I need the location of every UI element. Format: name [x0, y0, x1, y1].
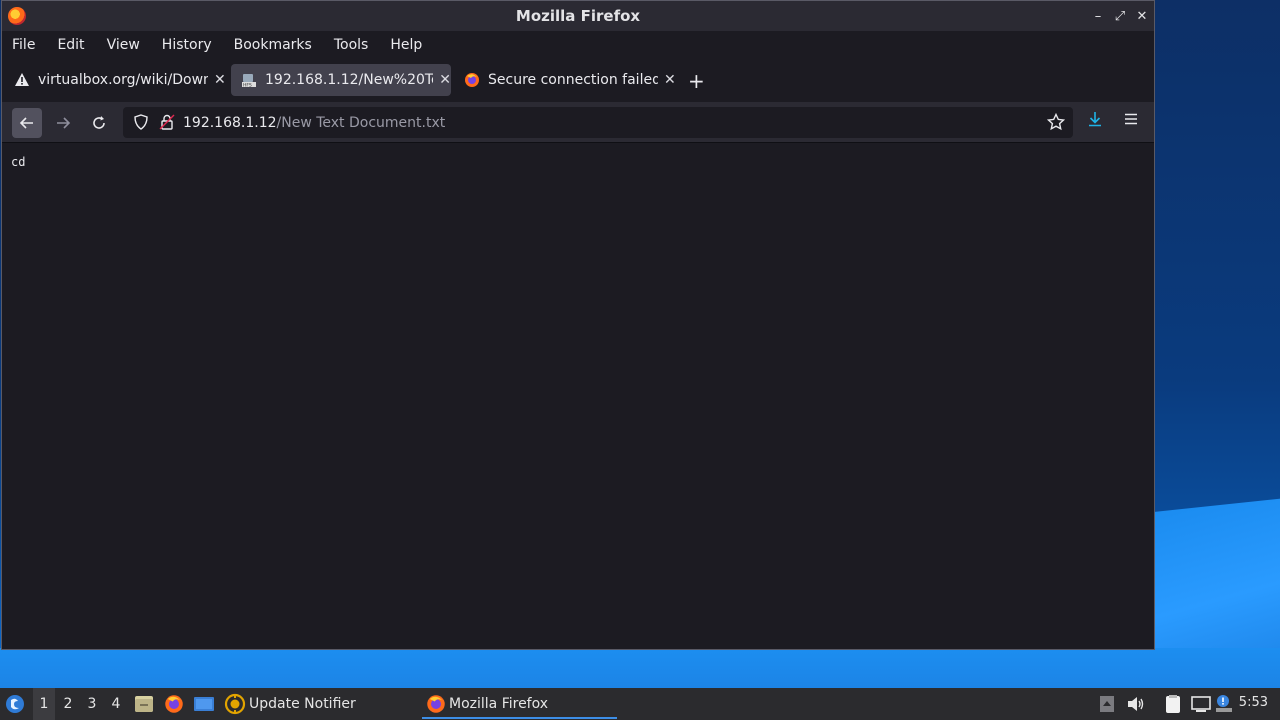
tab-label: Secure connection failed [488, 72, 658, 88]
update-notifier-label: Update Notifier [249, 696, 356, 712]
firefox-launcher[interactable] [164, 688, 184, 720]
show-desktop-icon [194, 697, 214, 711]
navigation-toolbar: 192.168.1.12/New Text Document.txt [2, 102, 1154, 143]
workspace-1[interactable]: 1 [33, 688, 55, 720]
volume-button[interactable] [1126, 688, 1146, 720]
start-menu-button[interactable] [4, 688, 26, 720]
tray-collapse-button[interactable] [1099, 688, 1115, 720]
back-button[interactable] [12, 108, 42, 138]
speaker-icon [1128, 697, 1144, 711]
url-host: 192.168.1.12 [183, 114, 277, 131]
taskbar: 1 2 3 4 Update Notifier Mozilla Firefox … [0, 688, 1280, 720]
wallpaper-bottom-band [0, 648, 1280, 688]
network-button[interactable] [1190, 688, 1212, 720]
app-menu-button[interactable] [1122, 110, 1140, 132]
firefox-icon [165, 695, 183, 713]
window-titlebar[interactable]: Mozilla Firefox – ⤢ ✕ [2, 1, 1154, 31]
svg-text:HFS: HFS [243, 83, 252, 89]
plain-text-document: cd [11, 155, 26, 169]
update-notifier-icon [224, 693, 246, 715]
file-manager-icon [135, 696, 153, 712]
menu-bookmarks[interactable]: Bookmarks [234, 37, 312, 53]
close-button[interactable]: ✕ [1136, 9, 1148, 24]
minimize-button[interactable]: – [1092, 9, 1104, 24]
warning-icon [14, 72, 30, 88]
workspace-3[interactable]: 3 [81, 688, 103, 720]
network-icon [1191, 696, 1211, 712]
tab-label: 192.168.1.12/New%20Text Document.txt [265, 72, 433, 88]
insecure-lock-icon[interactable] [159, 114, 175, 134]
bookmark-star-icon[interactable] [1046, 112, 1066, 135]
file-manager-launcher[interactable] [134, 688, 154, 720]
url-path: /New Text Document.txt [276, 114, 446, 131]
notification-button[interactable] [1215, 688, 1233, 720]
menu-tools[interactable]: Tools [334, 37, 369, 53]
firefox-icon [464, 72, 480, 88]
firefox-icon [8, 7, 26, 25]
url-bar[interactable]: 192.168.1.12/New Text Document.txt [123, 107, 1073, 138]
tray-arrow-icon [1100, 696, 1114, 712]
new-tab-button[interactable]: + [688, 69, 705, 93]
window-title: Mozilla Firefox [515, 7, 641, 25]
tab-close-icon[interactable]: ✕ [439, 72, 451, 88]
url-text[interactable]: 192.168.1.12/New Text Document.txt [183, 115, 445, 131]
arrow-left-icon [19, 117, 33, 129]
tab-virtualbox[interactable]: virtualbox.org/wiki/Downloads ✕ [4, 64, 226, 96]
tab-text-document[interactable]: HFS 192.168.1.12/New%20Text Document.txt… [231, 64, 451, 96]
info-badge-icon [1216, 695, 1232, 712]
hfs-server-icon: HFS [241, 72, 257, 88]
tab-label: virtualbox.org/wiki/Downloads [38, 72, 208, 88]
workspace-4[interactable]: 4 [105, 688, 127, 720]
hamburger-menu-icon [1125, 113, 1137, 125]
page-content: cd [2, 143, 1154, 649]
downloads-button[interactable] [1086, 110, 1104, 132]
reload-button[interactable] [84, 108, 114, 138]
arrow-right-icon [57, 117, 71, 129]
tracking-protection-shield-icon[interactable] [133, 114, 149, 134]
firefox-task[interactable]: Mozilla Firefox [426, 688, 548, 720]
desktop-launcher[interactable] [193, 688, 215, 720]
tab-secure-connection-failed[interactable]: Secure connection failed ✕ [454, 64, 676, 96]
clock[interactable]: 5:53 [1239, 695, 1268, 710]
window-controls: – ⤢ ✕ [1092, 1, 1148, 31]
update-notifier-task[interactable]: Update Notifier [224, 688, 356, 720]
maximize-button[interactable]: ⤢ [1114, 9, 1126, 24]
reload-icon [93, 116, 105, 129]
firefox-task-label: Mozilla Firefox [449, 696, 549, 712]
menu-history[interactable]: History [162, 37, 212, 53]
tab-bar: virtualbox.org/wiki/Downloads ✕ HFS 192.… [2, 58, 1154, 102]
clipboard-icon [1166, 695, 1180, 713]
clipboard-button[interactable] [1163, 688, 1183, 720]
menu-view[interactable]: View [107, 37, 140, 53]
menu-edit[interactable]: Edit [57, 37, 84, 53]
menu-help[interactable]: Help [390, 37, 422, 53]
forward-button[interactable] [48, 108, 78, 138]
firefox-icon [427, 695, 445, 713]
tab-close-icon[interactable]: ✕ [664, 72, 676, 88]
download-icon [1089, 112, 1101, 127]
active-task-indicator [422, 717, 617, 719]
start-menu-icon [6, 695, 24, 713]
tab-close-icon[interactable]: ✕ [214, 72, 226, 88]
menu-bar: File Edit View History Bookmarks Tools H… [2, 31, 1154, 58]
menu-file[interactable]: File [12, 37, 35, 53]
workspace-2[interactable]: 2 [57, 688, 79, 720]
firefox-window: Mozilla Firefox – ⤢ ✕ File Edit View His… [1, 0, 1155, 650]
